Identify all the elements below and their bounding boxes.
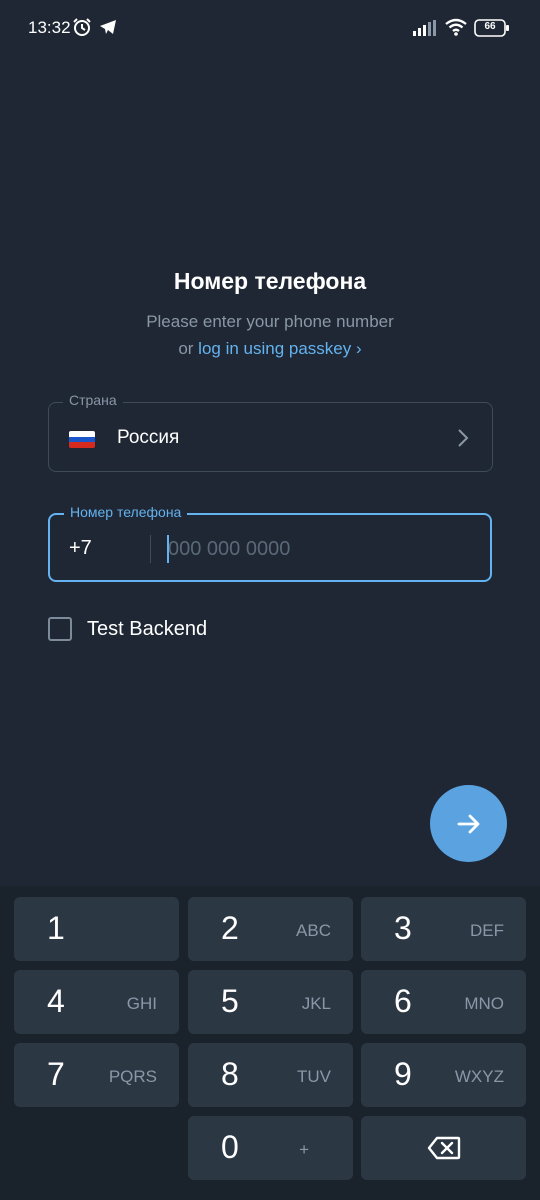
key-letters: +	[299, 1140, 309, 1159]
key-letters: TUV	[297, 1067, 331, 1086]
chevron-right-icon	[458, 429, 469, 447]
key-3[interactable]: 3 DEF	[361, 897, 526, 961]
key-7[interactable]: 7 PQRS	[14, 1043, 179, 1107]
key-digit: 4	[47, 983, 65, 1019]
passkey-link[interactable]: log in using passkey ›	[198, 339, 362, 358]
key-digit: 9	[394, 1056, 412, 1092]
key-letters: GHI	[126, 994, 157, 1013]
page-title: Номер телефона	[173, 268, 367, 294]
key-6[interactable]: 6 MNO	[361, 970, 526, 1034]
phone-number-field[interactable]: Номер телефона +7	[48, 504, 492, 582]
status-bar: 13:32 66	[0, 0, 540, 58]
status-time: 13:32	[28, 18, 71, 37]
key-digit: 2	[221, 910, 239, 946]
arrow-right-icon	[457, 814, 479, 833]
next-button[interactable]	[430, 785, 507, 862]
key-4[interactable]: 4 GHI	[14, 970, 179, 1034]
key-letters: JKL	[301, 994, 331, 1013]
numeric-keypad: 1 2 ABC 3 DEF 4 GHI 5 JKL 6 MNO 7 PQRS 8…	[0, 886, 540, 1200]
signal-icon	[413, 20, 436, 36]
key-digit: 8	[221, 1056, 239, 1092]
key-5[interactable]: 5 JKL	[188, 970, 353, 1034]
key-digit: 5	[221, 983, 239, 1019]
country-name: Россия	[117, 427, 180, 448]
subtitle: Please enter your phone number	[146, 312, 394, 331]
key-letters: PQRS	[108, 1067, 157, 1086]
key-letters: DEF	[470, 921, 504, 940]
key-letters: MNO	[464, 994, 504, 1013]
passkey-link-label: log in using passkey	[198, 339, 352, 358]
key-digit: 1	[47, 910, 65, 946]
key-0[interactable]: 0 +	[188, 1116, 353, 1180]
key-1[interactable]: 1	[14, 897, 179, 961]
alarm-icon	[73, 18, 91, 36]
key-2[interactable]: 2 ABC	[188, 897, 353, 961]
battery-level: 66	[484, 21, 496, 32]
key-letters: WXYZ	[454, 1067, 504, 1086]
key-9[interactable]: 9 WXYZ	[361, 1043, 526, 1107]
country-code-input[interactable]: +7	[69, 537, 92, 560]
passkey-line: or log in using passkey ›	[0, 339, 540, 359]
phone-divider	[150, 535, 151, 563]
backspace-icon	[427, 1136, 460, 1160]
russia-flag-icon	[69, 431, 95, 448]
key-digit: 3	[394, 910, 412, 946]
country-selector[interactable]: Страна Россия	[48, 392, 493, 472]
key-8[interactable]: 8 TUV	[188, 1043, 353, 1107]
wifi-icon	[445, 18, 467, 36]
text-cursor	[167, 535, 169, 563]
or-text: or	[178, 339, 194, 358]
phone-label: Номер телефона	[64, 504, 188, 520]
test-backend-checkbox[interactable]	[48, 617, 72, 641]
telegram-icon	[100, 20, 116, 34]
key-digit: 0	[221, 1129, 239, 1165]
key-letters: ABC	[296, 921, 331, 940]
test-backend-label[interactable]: Test Backend	[87, 618, 207, 641]
key-digit: 7	[47, 1056, 65, 1092]
country-label: Страна	[63, 392, 123, 408]
backspace-key[interactable]	[361, 1116, 526, 1180]
chevron-right-icon: ›	[356, 339, 362, 358]
phone-input[interactable]	[168, 535, 468, 563]
key-digit: 6	[394, 983, 412, 1019]
